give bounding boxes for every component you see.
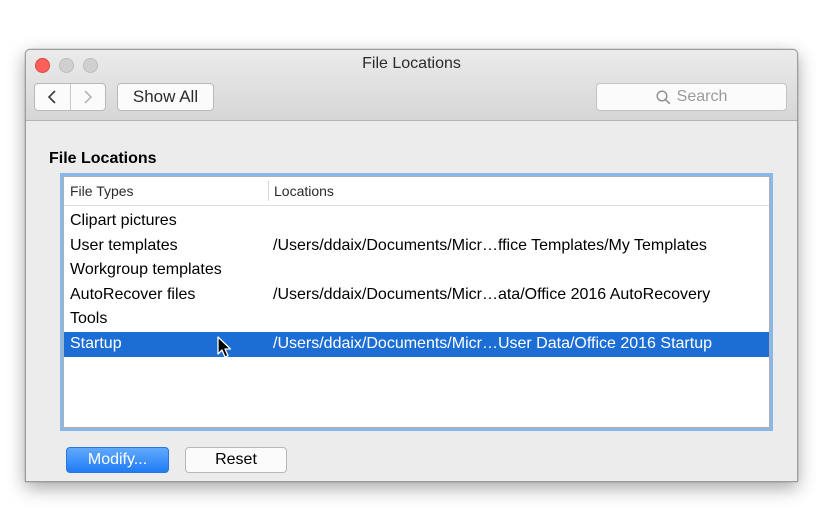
magnifier-icon <box>656 89 670 104</box>
file-type-cell: User templates <box>70 236 178 254</box>
search-placeholder: Search <box>676 88 728 105</box>
forward-button[interactable] <box>69 84 106 110</box>
list-row-tools[interactable]: Tools <box>64 307 769 332</box>
location-cell: /Users/ddaix/Documents/Micr…User Data/Of… <box>273 334 712 352</box>
title-bar: File Locations Show All Search <box>26 50 797 121</box>
file-type-cell: Workgroup templates <box>70 261 222 279</box>
file-locations-list[interactable]: File Types Locations Clipart pictures Us… <box>63 176 770 428</box>
list-row-workgroup-templates[interactable]: Workgroup templates <box>64 258 769 283</box>
chevron-right-icon <box>84 90 92 104</box>
location-cell: /Users/ddaix/Documents/Micr…ata/Office 2… <box>273 285 711 303</box>
file-locations-window: File Locations Show All Search File Loca… <box>25 49 798 482</box>
file-type-cell: Clipart pictures <box>70 212 177 229</box>
file-type-cell: Tools <box>70 310 108 328</box>
arrow-cursor-icon <box>217 336 232 358</box>
window-title: File Locations <box>362 55 461 72</box>
back-button[interactable] <box>35 84 70 110</box>
file-type-cell: AutoRecover files <box>70 285 196 303</box>
reset-button[interactable]: Reset <box>185 447 287 473</box>
list-row-clipart-pictures[interactable]: Clipart pictures <box>64 209 769 234</box>
chevron-left-icon <box>48 90 56 104</box>
search-field[interactable]: Search <box>596 83 787 111</box>
file-type-cell: Startup <box>70 334 122 352</box>
column-header-locations[interactable]: Locations <box>274 177 334 205</box>
location-cell: /Users/ddaix/Documents/Micr…ffice Templa… <box>273 236 707 254</box>
list-row-user-templates[interactable]: User templates /Users/ddaix/Documents/Mi… <box>64 234 769 259</box>
modify-button[interactable]: Modify... <box>66 447 169 473</box>
section-title: File Locations <box>49 150 157 167</box>
navigation-buttons <box>34 83 106 111</box>
column-divider <box>268 181 269 201</box>
list-header: File Types Locations <box>64 177 769 206</box>
list-row-autorecover-files[interactable]: AutoRecover files /Users/ddaix/Documents… <box>64 283 769 308</box>
show-all-button[interactable]: Show All <box>117 83 214 111</box>
list-rows: Clipart pictures User templates /Users/d… <box>64 209 769 357</box>
list-row-startup[interactable]: Startup /Users/ddaix/Documents/Micr…User… <box>64 331 769 357</box>
column-header-file-types[interactable]: File Types <box>70 177 134 205</box>
